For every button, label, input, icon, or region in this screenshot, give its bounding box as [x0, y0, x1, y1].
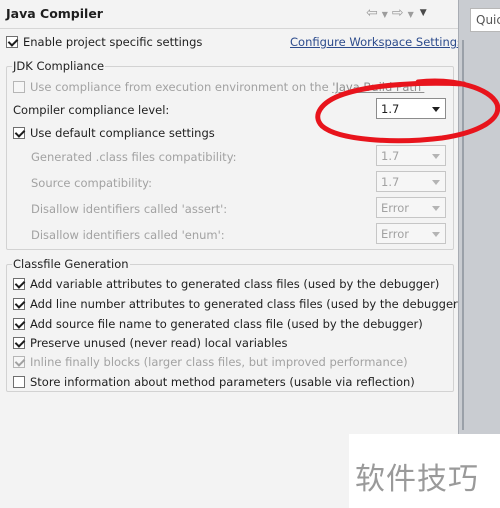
method-parameters-label: Store information about method parameter… [30, 375, 415, 389]
chevron-down-icon [432, 232, 440, 237]
source-file-name-label: Add source file name to generated class … [30, 317, 423, 331]
forward-arrow-icon[interactable]: ⇨ [392, 5, 404, 21]
preserve-unused-label: Preserve unused (never read) local varia… [30, 336, 288, 350]
use-default-compliance-row[interactable]: Use default compliance settings [13, 126, 215, 140]
chevron-down-icon [432, 154, 440, 159]
inline-finally-checkbox[interactable] [13, 356, 25, 368]
compliance-level-value: 1.7 [381, 102, 400, 116]
back-dropdown-icon[interactable]: ▼ [382, 10, 388, 19]
source-compatibility-label: Source compatibility: [31, 176, 153, 190]
line-number-attributes-checkbox[interactable] [13, 298, 25, 310]
back-arrow-icon[interactable]: ⇦ [366, 5, 378, 21]
compliance-level-label: Compiler compliance level: [13, 103, 170, 117]
classfile-option-row[interactable]: Add source file name to generated class … [13, 317, 423, 331]
watermark-text: 软件技巧 [355, 462, 479, 497]
preserve-unused-checkbox[interactable] [13, 337, 25, 349]
source-compatibility-select[interactable]: 1.7 [376, 171, 446, 192]
source-compatibility-value: 1.7 [381, 175, 400, 189]
navigation-toolbar: ⇦ ▼ ⇨ ▼ ▼ [366, 5, 427, 21]
enable-project-specific-label: Enable project specific settings [23, 35, 203, 49]
line-number-attributes-label: Add line number attributes to generated … [30, 297, 463, 311]
enable-project-specific-checkbox[interactable] [6, 36, 18, 48]
configure-workspace-link[interactable]: Configure Workspace Settings... [290, 35, 474, 49]
assert-identifiers-label: Disallow identifiers called 'assert': [31, 202, 228, 216]
assert-identifiers-select[interactable]: Error [376, 197, 446, 218]
java-build-path-link[interactable]: 'Java Build Path' [332, 80, 424, 94]
jdk-compliance-title: JDK Compliance [12, 59, 106, 73]
class-compatibility-value: 1.7 [381, 149, 400, 163]
use-build-path-row[interactable]: Use compliance from execution environmen… [13, 80, 424, 94]
class-compatibility-label: Generated .class files compatibility: [31, 150, 237, 164]
assert-identifiers-value: Error [381, 201, 410, 215]
use-build-path-checkbox[interactable] [13, 81, 25, 93]
classfile-option-row[interactable]: Preserve unused (never read) local varia… [13, 336, 288, 350]
class-compatibility-select[interactable]: 1.7 [376, 145, 446, 166]
use-default-compliance-checkbox[interactable] [13, 127, 25, 139]
classfile-generation-title: Classfile Generation [12, 257, 130, 271]
view-menu-icon[interactable]: ▼ [420, 8, 427, 18]
source-file-name-checkbox[interactable] [13, 318, 25, 330]
enum-identifiers-label: Disallow identifiers called 'enum': [31, 228, 225, 242]
chevron-down-icon [432, 180, 440, 185]
enum-identifiers-value: Error [381, 227, 410, 241]
quick-access-input[interactable]: Quic [470, 8, 500, 32]
variable-attributes-label: Add variable attributes to generated cla… [30, 277, 440, 291]
adjacent-window-strip [458, 0, 500, 508]
chevron-down-icon [432, 107, 440, 112]
use-build-path-label: Use compliance from execution environmen… [30, 80, 425, 94]
classfile-option-row[interactable]: Add variable attributes to generated cla… [13, 277, 439, 291]
inline-finally-label: Inline finally blocks (larger class file… [30, 355, 408, 369]
classfile-option-row[interactable]: Store information about method parameter… [13, 375, 415, 389]
classfile-option-row[interactable]: Add line number attributes to generated … [13, 297, 462, 311]
enum-identifiers-select[interactable]: Error [376, 223, 446, 244]
window-border [462, 40, 464, 430]
watermark-box: 软件技巧 [349, 434, 500, 508]
page-title: Java Compiler [6, 6, 103, 21]
compliance-level-select[interactable]: 1.7 [376, 98, 446, 119]
classfile-option-row[interactable]: Inline finally blocks (larger class file… [13, 355, 408, 369]
title-separator [0, 28, 458, 29]
variable-attributes-checkbox[interactable] [13, 278, 25, 290]
enable-project-specific-row[interactable]: Enable project specific settings [6, 35, 202, 49]
use-default-compliance-label: Use default compliance settings [30, 126, 215, 140]
java-compiler-panel: Java Compiler ⇦ ▼ ⇨ ▼ ▼ Enable project s… [0, 0, 474, 508]
forward-dropdown-icon[interactable]: ▼ [408, 10, 414, 19]
chevron-down-icon [432, 206, 440, 211]
method-parameters-checkbox[interactable] [13, 376, 25, 388]
